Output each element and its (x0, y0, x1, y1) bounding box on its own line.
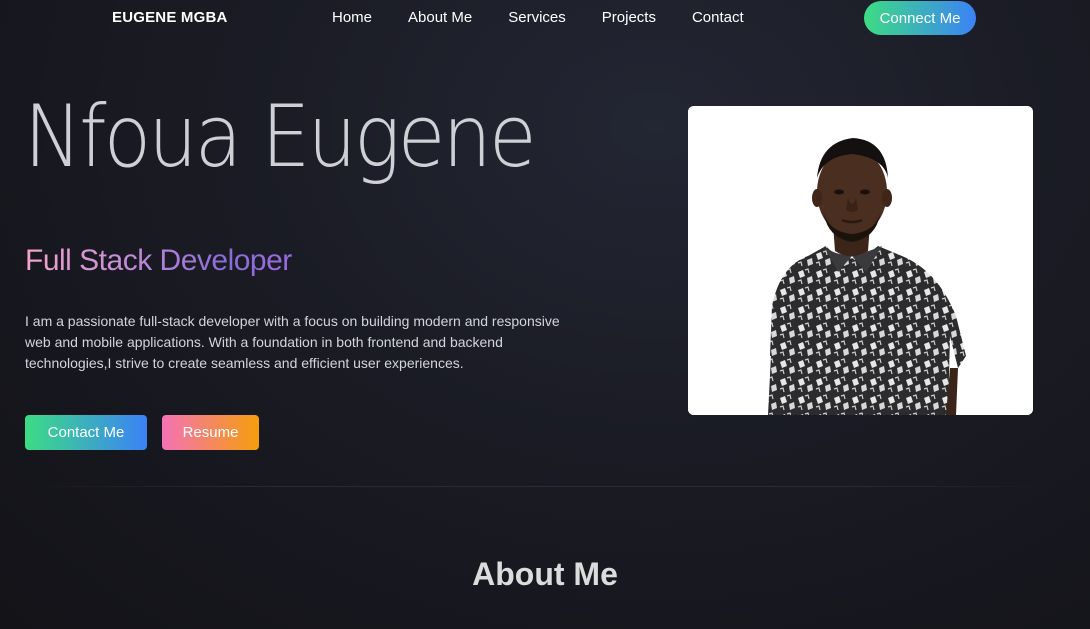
profile-photo (688, 106, 1033, 415)
section-divider (25, 486, 1060, 487)
profile-portrait-illustration (688, 106, 1033, 415)
connect-me-button[interactable]: Connect Me (864, 1, 976, 35)
hero-role-title: Full Stack Developer (25, 244, 292, 277)
nav-link-contact[interactable]: Contact (692, 9, 744, 26)
brand-logo-text[interactable]: EUGENE MGBA (112, 9, 228, 26)
nav-links: Home About Me Services Projects Contact (332, 9, 780, 26)
nav-link-services[interactable]: Services (508, 9, 566, 26)
nav-link-home[interactable]: Home (332, 9, 372, 26)
contact-me-button[interactable]: Contact Me (25, 415, 147, 450)
hero-bio-text: I am a passionate full-stack developer w… (25, 313, 560, 371)
about-section-heading: About Me (472, 556, 618, 592)
resume-button[interactable]: Resume (162, 415, 259, 450)
top-navbar: EUGENE MGBA Home About Me Services Proje… (0, 0, 1090, 36)
nav-link-projects[interactable]: Projects (602, 9, 656, 26)
hero-name-heading: Nfoua Eugene (24, 87, 537, 187)
nav-link-about[interactable]: About Me (408, 9, 472, 26)
